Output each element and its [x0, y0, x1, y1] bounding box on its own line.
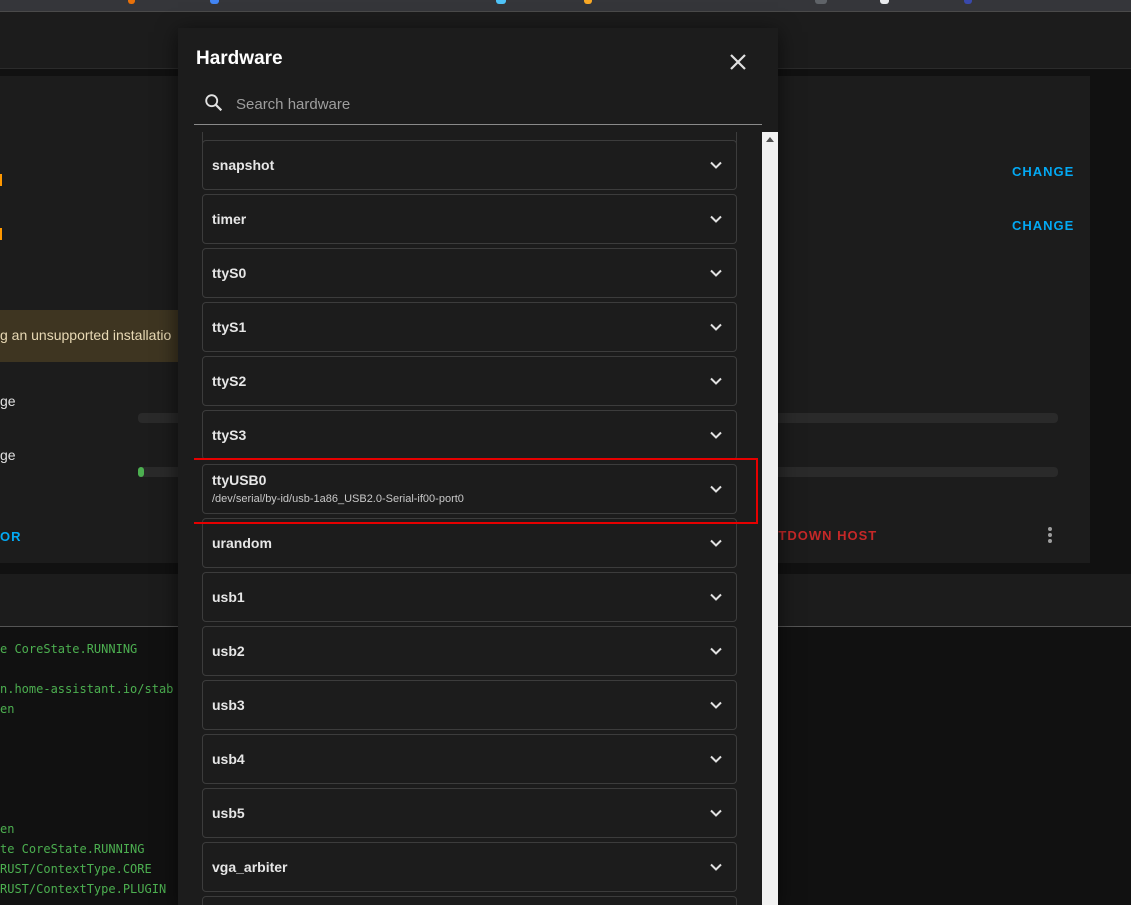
log-line: e CoreState.RUNNING [0, 642, 138, 656]
item-name: timer [212, 211, 247, 227]
close-icon[interactable] [726, 50, 750, 74]
change-hostname-button[interactable]: CHANGE [1012, 164, 1074, 179]
unsupported-warning: g an unsupported installatio [0, 310, 180, 362]
item-name: vga_arbiter [212, 859, 288, 875]
search-field [194, 88, 762, 125]
log-line: RUST/ContextType.PLUGIN [0, 882, 167, 896]
chevron-down-icon[interactable] [708, 805, 724, 826]
memory-usage-fill [138, 467, 144, 477]
dialog-title: Hardware [196, 48, 283, 69]
chevron-down-icon[interactable] [708, 373, 724, 394]
log-line: te CoreState.RUNNING [0, 842, 145, 856]
chevron-down-icon[interactable] [708, 751, 724, 772]
scroll-up-arrow-icon[interactable] [766, 137, 774, 142]
chevron-down-icon[interactable] [708, 265, 724, 286]
item-name: usb3 [212, 697, 245, 713]
browser-bookmark-strip [0, 0, 1131, 12]
dots-vertical-icon[interactable] [1048, 527, 1052, 545]
list-item[interactable]: urandom [202, 518, 737, 568]
bookmark-favicon[interactable] [815, 0, 827, 4]
info-marker [0, 228, 2, 240]
list-item[interactable]: snapshot [202, 140, 737, 190]
dialog-scrollbar[interactable] [762, 132, 778, 905]
search-input[interactable] [234, 90, 738, 118]
list-item[interactable]: usb2 [202, 626, 737, 676]
list-item-partial[interactable] [202, 896, 737, 905]
unsupported-warning-text: g an unsupported installatio [0, 327, 172, 343]
item-name: ttyS0 [212, 265, 247, 281]
list-item[interactable]: usb3 [202, 680, 737, 730]
item-name: ttyS2 [212, 373, 247, 389]
list-item[interactable]: ttyS3 [202, 410, 737, 460]
list-item[interactable]: ttyS2 [202, 356, 737, 406]
item-name: usb4 [212, 751, 245, 767]
chevron-down-icon[interactable] [708, 643, 724, 664]
bookmark-favicon[interactable] [128, 0, 135, 4]
hardware-list: snapshot timer ttyS0 ttyS1 ttyS2 ttyS3 t… [194, 132, 762, 905]
log-line: en [0, 702, 15, 716]
search-icon [203, 92, 225, 119]
hardware-dialog: Hardware snapshot timer ttyS0 ttyS1 ttyS… [178, 28, 778, 905]
item-name: ttyS1 [212, 319, 247, 335]
item-name: usb2 [212, 643, 245, 659]
list-item[interactable]: usb1 [202, 572, 737, 622]
list-item[interactable]: usb4 [202, 734, 737, 784]
chevron-down-icon[interactable] [708, 157, 724, 178]
chevron-down-icon[interactable] [708, 535, 724, 556]
item-name: snapshot [212, 157, 275, 173]
change-os-button[interactable]: CHANGE [1012, 218, 1074, 233]
chevron-down-icon[interactable] [708, 589, 724, 610]
info-marker [0, 174, 2, 186]
bookmark-favicon[interactable] [964, 0, 972, 4]
chevron-down-icon[interactable] [708, 319, 724, 340]
shutdown-host-button[interactable]: UTDOWN HOST [768, 528, 877, 543]
highlight-annotation-box [194, 458, 758, 524]
item-name: usb5 [212, 805, 245, 821]
bookmark-favicon[interactable] [880, 0, 889, 4]
chevron-down-icon[interactable] [708, 427, 724, 448]
cpu-usage-label: ge [0, 393, 16, 409]
list-item[interactable]: ttyS0 [202, 248, 737, 298]
log-line: RUST/ContextType.CORE [0, 862, 152, 876]
bookmark-favicon[interactable] [584, 0, 592, 4]
memory-usage-label: ge [0, 447, 16, 463]
list-item[interactable]: ttyS1 [202, 302, 737, 352]
bookmark-favicon[interactable] [496, 0, 506, 4]
chevron-down-icon[interactable] [708, 859, 724, 880]
log-line: n.home-assistant.io/stab [0, 682, 174, 696]
list-item[interactable]: usb5 [202, 788, 737, 838]
item-name: ttyS3 [212, 427, 247, 443]
bookmark-favicon[interactable] [210, 0, 219, 4]
list-item[interactable]: vga_arbiter [202, 842, 737, 892]
item-name: usb1 [212, 589, 245, 605]
chevron-down-icon[interactable] [708, 211, 724, 232]
chevron-down-icon[interactable] [708, 697, 724, 718]
log-line: en [0, 822, 15, 836]
item-name: urandom [212, 535, 272, 551]
list-item[interactable]: timer [202, 194, 737, 244]
supervisor-link[interactable]: OR [0, 529, 22, 544]
